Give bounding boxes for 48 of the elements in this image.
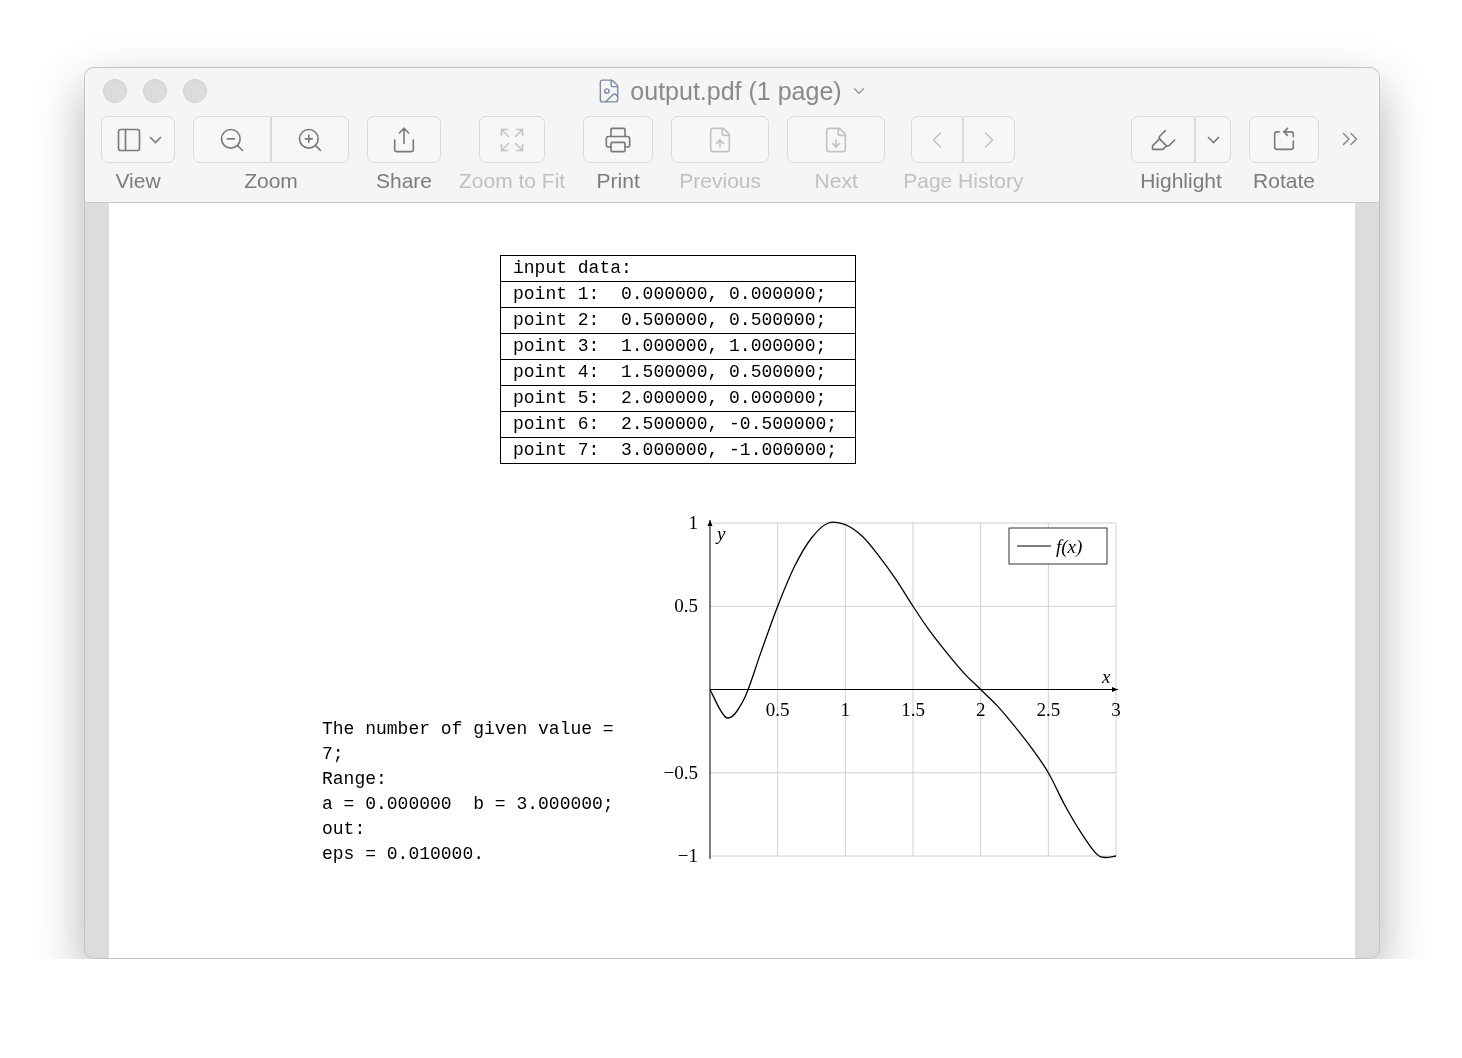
caret-icon: [148, 135, 162, 144]
tick-label: 2.5: [1036, 698, 1061, 720]
highlight-menu-button[interactable]: [1195, 116, 1231, 163]
toolbar-label: Highlight: [1140, 169, 1222, 193]
tick-label: −0.5: [663, 761, 698, 783]
table-row: point 6: 2.500000, -0.500000;: [501, 411, 855, 437]
axis-label: y: [717, 523, 726, 544]
view-button[interactable]: [101, 116, 175, 163]
legend-label: f(x): [1056, 536, 1083, 557]
tick-label: −1: [677, 845, 698, 866]
table-row: point 1: 0.000000, 0.000000;: [501, 281, 855, 307]
zoom-out-button[interactable]: [193, 116, 271, 163]
tick-label: 1: [688, 512, 698, 533]
output-text: out:: [322, 818, 367, 841]
tick-label: 0.5: [674, 595, 698, 617]
tick-label: 0.5: [765, 698, 790, 720]
output-text: eps = 0.010000.: [322, 843, 486, 866]
caret-icon: [1206, 135, 1220, 144]
tick-label: 1.5: [901, 698, 925, 720]
zoom-button[interactable]: [183, 79, 207, 103]
toolbar-label: Rotate: [1253, 169, 1315, 193]
table-header: input data:: [512, 257, 633, 280]
output-text: Range:: [322, 768, 388, 791]
window-title: output.pdf (1 page): [630, 76, 842, 106]
output-text: 7;: [322, 743, 345, 766]
share-button[interactable]: [367, 116, 441, 163]
toolbar-label: Share: [375, 169, 432, 193]
print-button[interactable]: [583, 116, 654, 163]
output-text: The number of given value =: [322, 718, 615, 741]
table-row: point 2: 0.500000, 0.500000;: [501, 307, 855, 333]
table-row: point 4: 1.500000, 0.500000;: [501, 359, 855, 385]
tick-label: 2: [975, 698, 986, 720]
zoom-in-button[interactable]: [271, 116, 349, 163]
table-row: point 3: 1.000000, 1.000000;: [501, 333, 855, 359]
tick-label: 3: [1111, 698, 1121, 720]
output-text: a = 0.000000 b = 3.000000;: [322, 793, 615, 816]
table-row: point 5: 2.000000, 0.000000;: [501, 385, 855, 411]
highlight-button[interactable]: [1131, 116, 1195, 163]
close-button[interactable]: [103, 79, 127, 103]
toolbar-label: Print: [596, 169, 640, 193]
table-row: point 7: 3.000000, -1.000000;: [501, 437, 855, 463]
minimize-button[interactable]: [143, 79, 167, 103]
rotate-button[interactable]: [1249, 116, 1319, 163]
toolbar-label: View: [115, 169, 161, 193]
tick-label: 1: [840, 698, 851, 720]
printer-icon: [604, 125, 633, 154]
axis-label: x: [1102, 665, 1111, 687]
toolbar-label: Zoom: [244, 169, 298, 193]
